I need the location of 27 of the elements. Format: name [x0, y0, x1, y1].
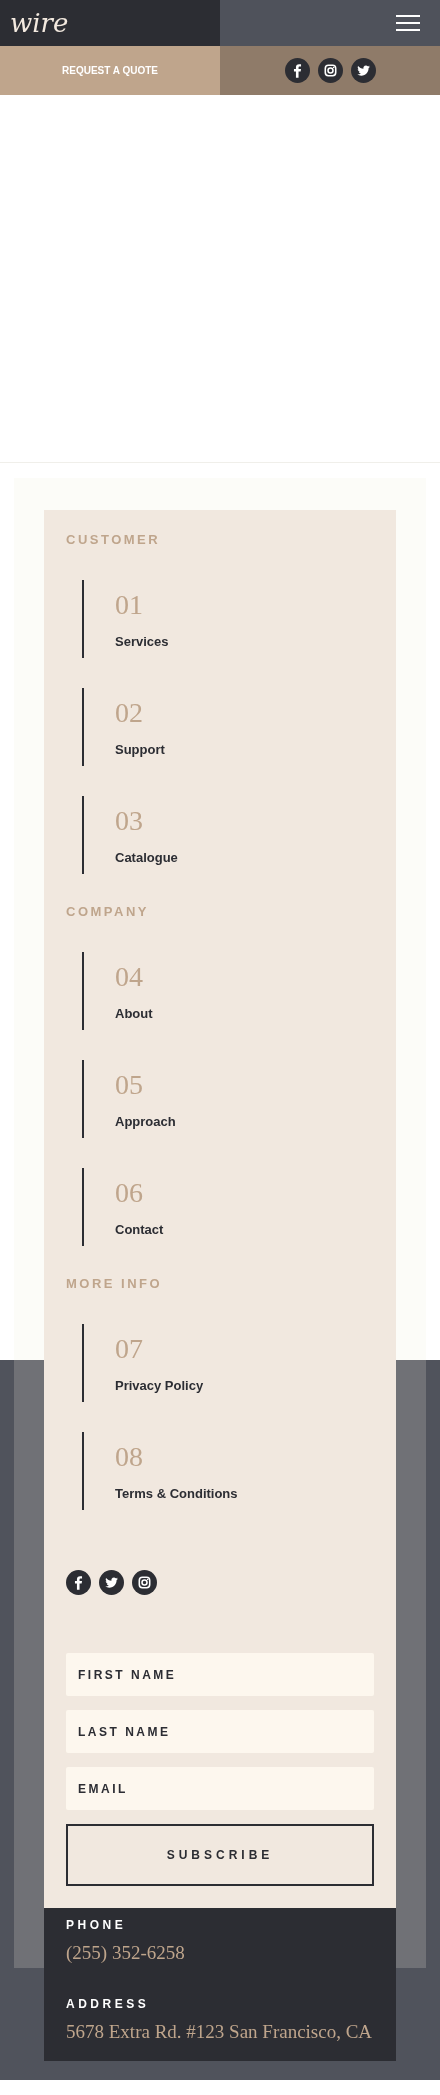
section-heading: CUSTOMER	[66, 532, 162, 547]
facebook-icon[interactable]	[284, 58, 310, 83]
contact-label: ADDRESS	[66, 1997, 151, 2011]
menu-item[interactable]: 04 About	[82, 952, 374, 1030]
twitter-icon[interactable]	[99, 1570, 124, 1595]
input-field[interactable]: EMAIL	[66, 1767, 374, 1810]
menu-item[interactable]: 06 Contact	[82, 1168, 374, 1246]
contact-value: 5678 Extra Rd. #123 San Francisco, CA	[66, 2021, 374, 2043]
menu-item[interactable]: 05 Approach	[82, 1060, 374, 1138]
twitter-icon[interactable]	[350, 58, 376, 83]
facebook-icon[interactable]	[66, 1570, 91, 1595]
menu-item[interactable]: 03 Catalogue	[82, 796, 374, 874]
logo[interactable]: wire	[10, 10, 69, 36]
contact-label: PHONE	[66, 1918, 128, 1932]
subscribe-button[interactable]: SUBSCRIBE	[66, 1824, 374, 1886]
menu-item[interactable]: 08 Terms & Conditions	[82, 1432, 374, 1510]
menu-item[interactable]: 01 Services	[82, 580, 374, 658]
section-heading: MORE INFO	[66, 1276, 164, 1291]
instagram-icon[interactable]	[317, 58, 343, 83]
input-field[interactable]: FIRST NAME	[66, 1653, 374, 1696]
contact-value: (255) 352-6258	[66, 1942, 186, 1964]
menu-item[interactable]: 02 Support	[82, 688, 374, 766]
section-heading: COMPANY	[66, 904, 150, 919]
menu-item[interactable]: 07 Privacy Policy	[82, 1324, 374, 1402]
input-field[interactable]: LAST NAME	[66, 1710, 374, 1753]
menu-icon[interactable]	[396, 14, 420, 32]
instagram-icon[interactable]	[132, 1570, 157, 1595]
